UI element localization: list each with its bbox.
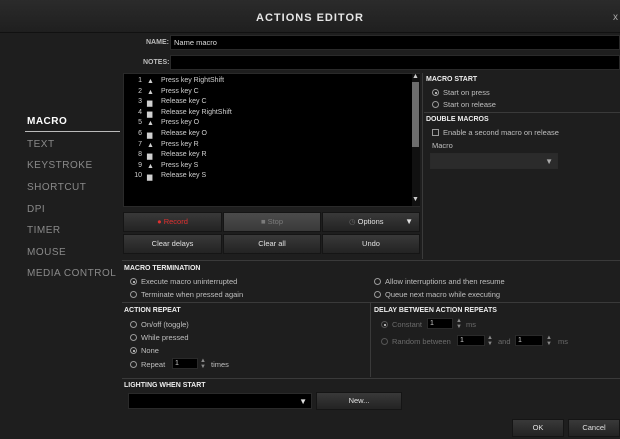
none-radio[interactable]: None [130, 346, 159, 355]
macro-label: Macro [432, 141, 453, 150]
key-release-icon: ▆ [147, 110, 153, 118]
list-item[interactable]: 3 ▆ Release key C [124, 98, 409, 109]
stop-icon: ■ [260, 217, 266, 226]
double-macros-heading: DOUBLE MACROS [426, 116, 489, 123]
spinner-arrows-icon[interactable]: ▲ ▼ [487, 335, 493, 347]
enable-second-macro-checkbox[interactable]: Enable a second macro on release [432, 128, 559, 137]
clear-all-button[interactable]: Clear all [223, 234, 321, 254]
action-repeat-heading: ACTION REPEAT [124, 307, 181, 314]
nav-shortcut[interactable]: SHORTCUT [27, 182, 86, 193]
list-item[interactable]: 9 ▲ Press key S [124, 162, 409, 173]
cancel-button[interactable]: Cancel [568, 419, 620, 437]
list-item[interactable]: 2 ▲ Press key C [124, 88, 409, 99]
terminate-pressed-again-radio[interactable]: Terminate when pressed again [130, 290, 243, 299]
divider [370, 303, 371, 377]
lighting-heading: LIGHTING WHEN START [124, 382, 206, 389]
list-item[interactable]: 7 ▲ Press key R [124, 141, 409, 152]
list-item[interactable]: 8 ▆ Release key R [124, 151, 409, 162]
repeat-count-input[interactable]: 1 [172, 358, 198, 369]
ms-label: ms [558, 337, 568, 346]
nav-macro[interactable]: MACRO [27, 116, 67, 127]
window-title: ACTIONS EDITOR [256, 12, 364, 24]
action-list[interactable]: 1 ▲ Press key RightShift 2 ▲ Press key C 3 ▆ R… [123, 73, 420, 207]
list-item[interactable]: 1 ▲ Press key RightShift [124, 77, 409, 88]
macro-termination-heading: MACRO TERMINATION [124, 265, 201, 272]
nav-dpi[interactable]: DPI [27, 204, 45, 215]
key-release-icon: ▆ [147, 100, 153, 108]
scroll-up-icon[interactable]: ▲ [412, 73, 419, 80]
start-on-release-radio[interactable]: Start on release [432, 100, 496, 109]
notes-input[interactable] [170, 55, 620, 70]
stop-button[interactable]: ■ Stop [223, 212, 321, 232]
actions-editor-window: ACTIONS EDITOR x MACRO TEXT KEYSTROKE SH… [0, 0, 620, 439]
macro-select[interactable]: ▼ [430, 153, 558, 169]
notes-label: NOTES: [143, 59, 170, 66]
key-release-icon: ▆ [147, 132, 153, 139]
divider [122, 378, 620, 379]
title-bar: ACTIONS EDITOR x [0, 0, 620, 33]
nav-active-underline [25, 131, 120, 132]
options-button[interactable]: ◷ Options ▼ [322, 212, 420, 232]
key-press-icon: ▲ [147, 88, 154, 96]
undo-button[interactable]: Undo [322, 234, 420, 254]
chevron-down-icon: ▼ [545, 157, 553, 166]
name-input[interactable]: Name macro [170, 35, 620, 50]
nav-timer[interactable]: TIMER [27, 225, 61, 236]
and-label: and [498, 337, 511, 346]
divider [424, 112, 620, 113]
key-press-icon: ▲ [147, 120, 154, 128]
delay-heading: DELAY BETWEEN ACTION REPEATS [374, 307, 497, 314]
allow-interruptions-radio[interactable]: Allow interruptions and then resume [374, 277, 505, 286]
random-max-input[interactable]: 1 [515, 335, 543, 346]
clear-delays-button[interactable]: Clear delays [123, 234, 222, 254]
divider [422, 73, 423, 259]
list-item[interactable]: 4 ▆ Release key RightShift [124, 109, 409, 120]
spinner-arrows-icon[interactable]: ▲ ▼ [456, 318, 462, 330]
nav-mouse[interactable]: MOUSE [27, 247, 66, 258]
new-lighting-button[interactable]: New... [316, 392, 402, 410]
spinner-arrows-icon[interactable]: ▲ ▼ [200, 358, 206, 370]
queue-next-macro-radio[interactable]: Queue next macro while executing [374, 290, 500, 299]
scroll-down-icon[interactable]: ▼ [412, 196, 419, 203]
constant-delay-input[interactable]: 1 [427, 318, 453, 329]
list-item[interactable]: 5 ▲ Press key O [124, 119, 409, 130]
nav-keystroke[interactable]: KEYSTROKE [27, 160, 93, 171]
list-item[interactable]: 10 ▆ Release key S [124, 172, 409, 183]
name-label: NAME: [146, 39, 169, 46]
ok-button[interactable]: OK [512, 419, 564, 437]
random-between-radio[interactable]: Random between [381, 337, 451, 346]
record-button[interactable]: ● Record [123, 212, 222, 232]
onoff-toggle-radio[interactable]: On/off (toggle) [130, 320, 189, 329]
repeat-radio[interactable]: Repeat [130, 360, 165, 369]
key-press-icon: ▲ [147, 141, 154, 149]
record-icon: ● [157, 217, 162, 226]
start-on-press-radio[interactable]: Start on press [432, 88, 490, 97]
times-label: times [211, 360, 229, 369]
key-press-icon: ▲ [147, 162, 154, 170]
list-item[interactable]: 6 ▆ Release key O [124, 130, 409, 141]
divider [122, 302, 620, 303]
close-icon[interactable]: x [613, 12, 618, 23]
divider [122, 260, 620, 261]
list-scrollbar-thumb[interactable] [412, 82, 419, 147]
lighting-select[interactable]: ▼ [128, 393, 312, 409]
nav-media-control[interactable]: MEDIA CONTROL [27, 268, 116, 279]
nav-text[interactable]: TEXT [27, 139, 55, 150]
key-press-icon: ▲ [147, 78, 154, 85]
spinner-arrows-icon[interactable]: ▲ ▼ [546, 335, 552, 347]
constant-radio[interactable]: Constant [381, 320, 422, 329]
key-release-icon: ▆ [147, 153, 153, 161]
clock-icon: ◷ [349, 217, 356, 226]
chevron-down-icon: ▼ [299, 397, 307, 406]
macro-start-heading: MACRO START [426, 76, 478, 83]
random-min-input[interactable]: 1 [457, 335, 485, 346]
ms-label: ms [466, 320, 476, 329]
chevron-down-icon: ▼ [405, 217, 413, 226]
while-pressed-radio[interactable]: While pressed [130, 333, 189, 342]
execute-uninterrupted-radio[interactable]: Execute macro uninterrupted [130, 277, 237, 286]
key-release-icon: ▆ [147, 174, 153, 182]
